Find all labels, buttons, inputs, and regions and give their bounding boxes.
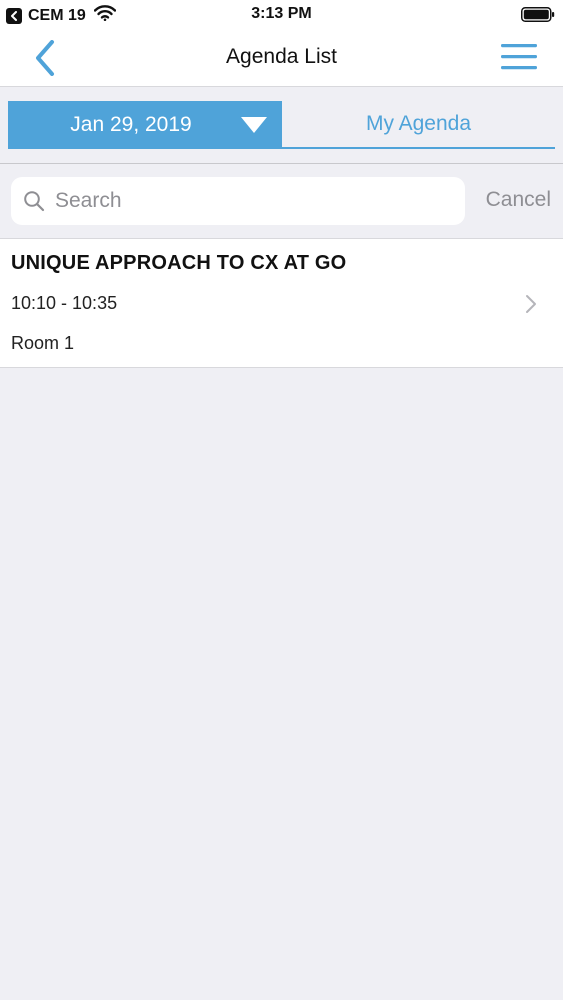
search-box[interactable]: [11, 177, 465, 225]
status-time: 3:13 PM: [251, 5, 312, 22]
agenda-item-title: UNIQUE APPROACH TO CX AT GO: [11, 252, 347, 274]
search-input[interactable]: [53, 188, 453, 214]
agenda-item-time: 10:10 - 10:35: [11, 293, 118, 313]
agenda-list: UNIQUE APPROACH TO CX AT GO 10:10 - 10:3…: [0, 239, 563, 368]
page-title: Agenda List: [226, 45, 337, 68]
tab-my-agenda[interactable]: My Agenda: [282, 101, 555, 149]
agenda-tab-bar: Jan 29, 2019 My Agenda: [0, 87, 563, 164]
status-bar: CEM 19 3:13 PM: [0, 0, 563, 30]
agenda-item-room: Room 1: [11, 333, 75, 353]
search-icon: [24, 191, 45, 212]
hamburger-menu-icon[interactable]: [501, 43, 539, 71]
navigation-bar: Agenda List: [0, 30, 563, 87]
caret-down-icon: [241, 117, 267, 133]
battery-icon: [521, 7, 555, 22]
cancel-button[interactable]: Cancel: [486, 188, 551, 212]
search-row: Cancel: [0, 164, 563, 239]
date-picker-label: Jan 29, 2019: [70, 113, 192, 136]
chevron-right-icon: [526, 295, 536, 313]
agenda-list-item[interactable]: UNIQUE APPROACH TO CX AT GO 10:10 - 10:3…: [0, 239, 563, 368]
date-picker-tab[interactable]: Jan 29, 2019: [8, 101, 282, 149]
